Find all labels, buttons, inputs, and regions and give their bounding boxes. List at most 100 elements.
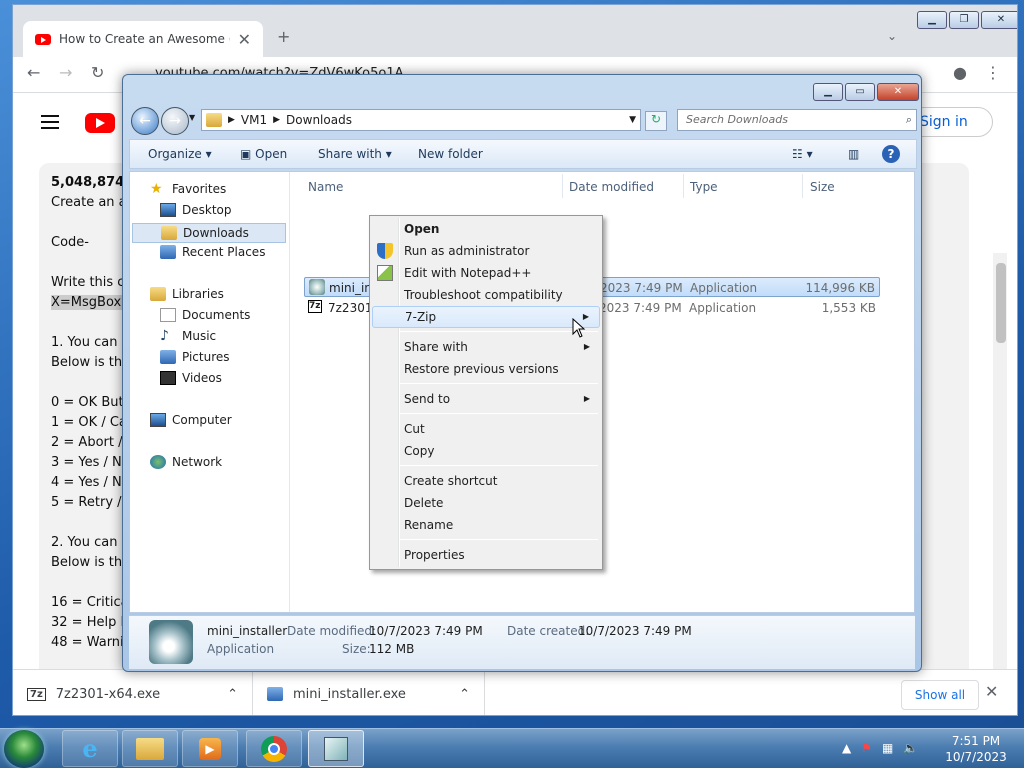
reload-icon[interactable]: ↻ [91,63,104,82]
refresh-icon[interactable]: ↻ [645,111,667,131]
nav-pictures[interactable]: Pictures [160,350,230,364]
view-options-icon[interactable]: ☷ ▾ [792,147,813,161]
tab-close-icon[interactable]: ✕ [238,30,251,49]
breadcrumb-vm1[interactable]: VM1 [241,113,267,127]
action-center-flag-icon[interactable]: ⚑ [861,741,872,755]
forward-arrow-icon[interactable]: → [59,63,72,82]
chrome-tab-youtube[interactable]: How to Create an Awesome (Har ✕ [23,21,263,57]
column-divider[interactable] [562,174,563,198]
profile-avatar-icon[interactable]: ● [953,63,967,82]
menu-item-restore-versions[interactable]: Restore previous versions [372,358,600,380]
search-input[interactable]: Search Downloads ⌕ [677,109,917,131]
taskbar-clock[interactable]: 7:51 PM 10/7/2023 [944,733,1008,765]
chrome-menu-icon[interactable]: ⋮ [985,63,1001,82]
network-icon [150,455,166,469]
nav-label: Downloads [183,226,249,240]
nav-documents[interactable]: Documents [160,308,250,322]
forward-button[interactable]: → [161,107,189,135]
menu-item-cut[interactable]: Cut [372,418,600,440]
details-pane: mini_installer Application Date modified… [129,615,915,669]
menu-separator [400,331,598,332]
menu-separator [400,383,598,384]
menu-item-troubleshoot[interactable]: Troubleshoot compatibility [372,284,600,306]
network-tray-icon[interactable]: ▦ [882,741,893,755]
organize-label: Organize [148,147,202,161]
nav-downloads[interactable]: Downloads [132,223,286,243]
taskbar-media-player[interactable]: ▶ [182,730,238,767]
menu-item-delete[interactable]: Delete [372,492,600,514]
address-dropdown-icon[interactable]: ▼ [629,115,636,125]
nav-recent-places[interactable]: Recent Places [160,245,265,259]
youtube-logo-icon[interactable] [85,113,115,133]
details-size: 112 MB [369,642,415,656]
address-bar[interactable]: ▶ VM1 ▶ Downloads ▼ [201,109,641,131]
menu-item-properties[interactable]: Properties [372,544,600,566]
taskbar-ie[interactable]: e [62,730,118,767]
organize-button[interactable]: Organize ▾ [148,147,212,161]
chevron-up-icon[interactable]: ⌃ [459,687,470,702]
maximize-button[interactable]: ▭ [845,83,875,101]
restore-button[interactable]: ❐ [949,11,979,29]
menu-item-share-with[interactable]: Share with ▶ [372,336,600,358]
close-downloads-bar-button[interactable]: ✕ [985,682,998,701]
show-all-downloads-button[interactable]: Show all [901,680,979,710]
column-divider[interactable] [683,174,684,198]
close-window-button[interactable]: ✕ [877,83,919,101]
minimize-button[interactable]: ▁ [917,11,947,29]
back-arrow-icon[interactable]: ← [27,63,40,82]
nav-network[interactable]: Network [150,455,222,469]
help-icon[interactable]: ? [882,145,900,163]
nav-label: Favorites [172,182,227,196]
open-button[interactable]: ▣ Open [240,147,287,161]
back-button[interactable]: ← [131,107,159,135]
volume-muted-icon[interactable]: 🔈 [903,741,918,755]
scrollbar-thumb[interactable] [996,263,1006,343]
minimize-button[interactable]: ▁ [813,83,843,101]
download-item-7zip[interactable]: 7z 7z2301-x64.exe ⌃ [13,670,253,715]
preview-pane-icon[interactable]: ▥ [848,147,859,161]
menu-item-rename[interactable]: Rename [372,514,600,536]
menu-item-7zip[interactable]: 7-Zip ▶ [372,306,600,328]
menu-item-copy[interactable]: Copy [372,440,600,462]
nav-favorites[interactable]: ★ Favorites [150,182,226,196]
new-folder-button[interactable]: New folder [418,147,483,161]
menu-item-open[interactable]: Open [372,218,600,240]
menu-label: Edit with Notepad++ [404,266,532,280]
column-date-modified[interactable]: Date modified [569,180,654,194]
chevron-up-icon[interactable]: ⌃ [227,687,238,702]
column-name[interactable]: Name [308,180,343,194]
column-divider[interactable] [802,174,803,198]
close-window-button[interactable]: ✕ [981,11,1017,29]
menu-item-run-as-admin[interactable]: Run as administrator [372,240,600,262]
tab-search-icon[interactable]: ⌄ [887,29,897,43]
start-orb-icon[interactable] [4,730,44,768]
taskbar-installer[interactable] [308,730,364,767]
breadcrumb-chevron-icon[interactable]: ▶ [228,115,235,125]
nav-desktop[interactable]: Desktop [160,203,232,217]
download-item-mini-installer[interactable]: mini_installer.exe ⌃ [253,670,485,715]
nav-music[interactable]: ♪ Music [160,329,216,343]
new-tab-button[interactable]: + [277,27,290,46]
menu-label: Run as administrator [404,244,530,258]
open-label: Open [255,147,288,161]
breadcrumb-chevron-icon[interactable]: ▶ [273,115,280,125]
menu-item-edit-notepadpp[interactable]: Edit with Notepad++ [372,262,600,284]
hamburger-menu-icon[interactable] [41,115,59,129]
menu-separator [400,539,598,540]
nav-computer[interactable]: Computer [150,413,232,427]
column-size[interactable]: Size [810,180,835,194]
menu-item-send-to[interactable]: Send to ▶ [372,388,600,410]
column-type[interactable]: Type [690,180,718,194]
nav-libraries[interactable]: Libraries [150,287,224,301]
tray-expand-icon[interactable]: ▲ [842,741,851,755]
menu-label: Send to [404,392,451,406]
taskbar-explorer[interactable] [122,730,178,767]
description-line: 48 = Warnin [51,635,132,650]
breadcrumb-downloads[interactable]: Downloads [286,113,352,127]
recent-places-icon [160,245,176,259]
nav-videos[interactable]: Videos [160,371,222,385]
menu-item-create-shortcut[interactable]: Create shortcut [372,470,600,492]
history-dropdown-icon[interactable]: ▼ [189,113,195,122]
share-with-button[interactable]: Share with ▾ [318,147,392,161]
taskbar-chrome[interactable] [246,730,302,767]
